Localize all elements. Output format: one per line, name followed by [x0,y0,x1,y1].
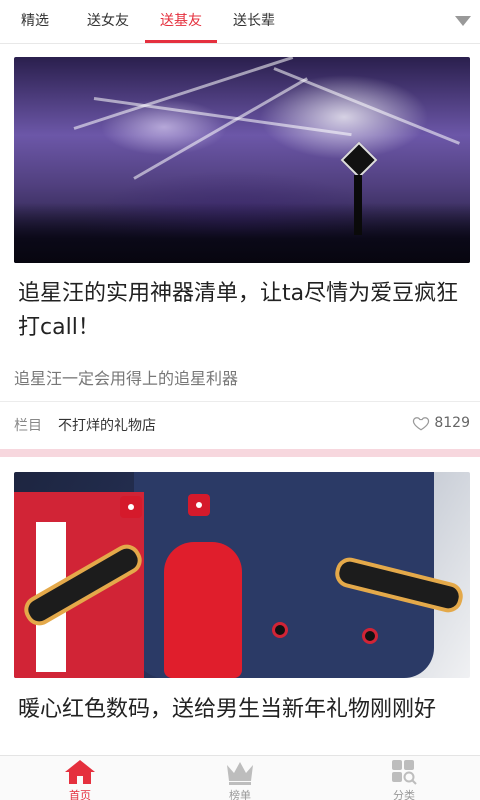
article-title[interactable]: 追星汪的实用神器清单，让ta尽情为爱豆疯狂打call！ [18,277,468,345]
article-feed[interactable]: 追星汪的实用神器清单，让ta尽情为爱豆疯狂打call！ 追星汪一定会用得上的追星… [0,45,480,755]
nav-categories[interactable]: 分类 [364,756,444,800]
tab-for-buddy[interactable]: 送基友 [148,0,214,44]
card-separator [0,449,480,457]
article-cover-image[interactable] [14,57,470,263]
nav-home[interactable]: 首页 [40,756,120,800]
heart-icon[interactable] [412,414,430,432]
red-speaker-icon [164,542,242,678]
nav-rankings-label: 榜单 [229,789,251,800]
article-meta-row: 栏目 不打烊的礼物店 8129 [14,411,470,437]
tab-for-girlfriend[interactable]: 送女友 [76,0,140,44]
nav-rankings[interactable]: 榜单 [200,756,280,800]
app-screen: 精选 送女友 送基友 送长辈 追星汪的实用神器清单，让ta尽情为爱豆疯狂打cal… [0,0,480,800]
article-cover-image[interactable] [14,472,470,678]
home-icon [65,760,95,784]
nav-categories-label: 分类 [393,789,415,800]
column-name-link[interactable]: 不打烊的礼物店 [58,415,156,435]
dropdown-arrow-icon[interactable] [454,14,472,28]
card-divider [0,401,480,402]
top-tab-bar: 精选 送女友 送基友 送长辈 [0,0,480,44]
tab-for-elders[interactable]: 送长辈 [222,0,286,44]
category-search-icon [392,760,417,785]
article-subtitle: 追星汪一定会用得上的追星利器 [14,369,239,388]
active-tab-indicator [145,40,217,43]
tab-featured[interactable]: 精选 [6,0,64,44]
column-label: 栏目 [14,418,42,434]
article-title[interactable]: 暖心红色数码，送给男生当新年礼物刚刚好 [18,693,468,727]
crown-icon [227,762,253,785]
like-count: 8129 [434,415,470,431]
lightstick-icon [340,141,378,179]
nav-home-label: 首页 [69,789,91,800]
bottom-navigation: 首页 榜单 分类 [0,755,480,800]
